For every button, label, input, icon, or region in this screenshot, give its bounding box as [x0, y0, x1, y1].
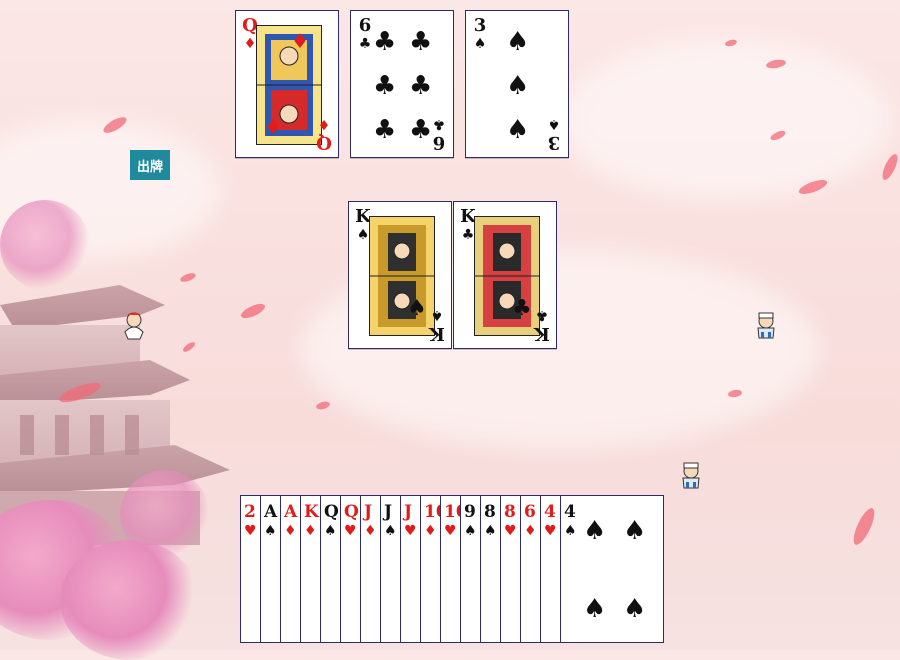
card-rank: 4 [544, 502, 556, 522]
card-rank: K [534, 323, 550, 344]
card-rank: 3 [547, 132, 561, 153]
player-self-avatar-icon [682, 462, 700, 489]
card-suit: ♦ [524, 523, 537, 539]
diamond-icon: ♦ [264, 115, 282, 139]
card-suit: ♦ [364, 523, 377, 539]
card-rank: 6 [432, 132, 446, 153]
diamond-icon: ♦ [291, 29, 309, 53]
card-rank: A [264, 502, 278, 522]
card-suit: ♥ [344, 523, 357, 539]
card-suit: ♠ [264, 523, 277, 539]
spade-icon: ♠ [623, 594, 647, 624]
club-icon: ♣ [373, 27, 397, 57]
play-cards-button[interactable]: 出牌 [130, 150, 170, 180]
spade-icon: ♠ [506, 71, 530, 101]
spade-icon: ♠ [623, 516, 647, 546]
card-rank: 2 [244, 502, 256, 522]
spade-icon: ♠ [583, 516, 607, 546]
player-right-avatar-icon [757, 312, 775, 339]
spade-icon: ♠ [407, 296, 427, 321]
card-suit: ♥ [544, 523, 557, 539]
card-rank: 9 [464, 502, 476, 522]
card-rank: J [404, 502, 413, 522]
card-rank: K [304, 502, 319, 522]
card-suit: ♥ [404, 523, 417, 539]
club-icon: ♣ [409, 27, 433, 57]
card-suit: ♠ [384, 523, 397, 539]
card-suit: ♠ [473, 36, 487, 52]
card-suit: ♠ [564, 523, 577, 539]
card-suit: ♠ [484, 523, 497, 539]
card-suit: ♠ [464, 523, 477, 539]
club-icon: ♣ [373, 115, 397, 145]
club-icon: ♣ [409, 71, 433, 101]
card-suit: ♦ [317, 116, 331, 132]
card-rank: 6 [524, 502, 536, 522]
card-suit: ♠ [324, 523, 337, 539]
played-card: 3 ♠ ♠ ♠ ♠ 3 ♠ [465, 10, 569, 158]
card-suit: ♠ [547, 116, 561, 132]
spade-icon: ♠ [506, 115, 530, 145]
card-rank: Q [324, 502, 339, 522]
hand-card[interactable]: 4 ♠ ♠ ♠ ♠ ♠ [560, 495, 664, 643]
card-rank: K [429, 323, 445, 344]
card-suit: ♣ [358, 36, 372, 52]
player-left-avatar-icon [124, 312, 144, 340]
card-rank: 8 [504, 502, 516, 522]
card-rank: A [284, 502, 298, 522]
spade-icon: ♠ [583, 594, 607, 624]
card-suit: ♥ [244, 523, 257, 539]
card-rank: 8 [484, 502, 496, 522]
card-suit: ♣ [535, 307, 549, 323]
played-card: 6 ♣ ♣ ♣ ♣ ♣ ♣ ♣ 6 ♣ [350, 10, 454, 158]
card-suit: ♦ [284, 523, 297, 539]
club-icon: ♣ [512, 296, 532, 321]
card-rank: 3 [473, 15, 487, 36]
card-rank: 4 [564, 502, 576, 522]
card-rank: Q [344, 502, 359, 522]
card-suit: ♠ [430, 307, 444, 323]
played-card: Q ♦ Q ♦ ♦ ♦ [235, 10, 339, 158]
club-icon: ♣ [373, 71, 397, 101]
card-rank: J [364, 502, 373, 522]
card-suit: ♦ [304, 523, 317, 539]
card-rank: 6 [358, 15, 372, 36]
center-card: K ♣ ♣ K ♣ [453, 201, 557, 349]
card-rank: J [384, 502, 393, 522]
spade-icon: ♠ [506, 27, 530, 57]
card-suit: ♥ [444, 523, 457, 539]
card-suit: ♦ [424, 523, 437, 539]
center-card: K ♠ ♠ K ♠ [348, 201, 452, 349]
card-suit: ♣ [432, 116, 446, 132]
card-suit: ♥ [504, 523, 517, 539]
card-rank: Q [316, 132, 332, 153]
